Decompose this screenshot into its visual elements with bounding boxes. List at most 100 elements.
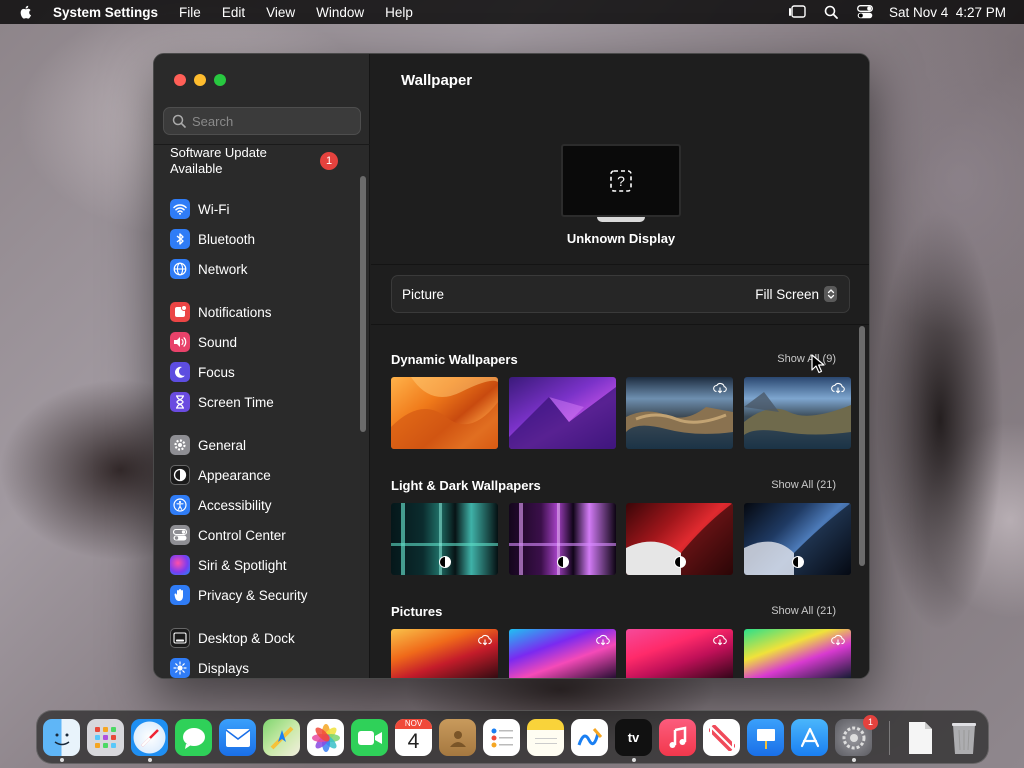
sidebar-item-appearance[interactable]: Appearance <box>170 464 271 486</box>
search-input[interactable] <box>192 113 352 129</box>
messages-icon[interactable] <box>175 719 212 756</box>
menu-clock[interactable]: Sat Nov 4 4:27 PM <box>889 5 1006 20</box>
download-icon <box>713 634 727 646</box>
sidebar-item-label: Focus <box>198 364 235 380</box>
menu-file[interactable]: File <box>179 5 201 20</box>
sidebar-item-control-center[interactable]: Control Center <box>170 524 286 546</box>
tv-icon[interactable]: tv <box>615 719 652 756</box>
mail-icon[interactable] <box>219 719 256 756</box>
bluetooth-icon <box>170 229 190 249</box>
wallpaper-thumbnail[interactable] <box>391 503 498 575</box>
stage-manager-icon[interactable] <box>787 4 807 20</box>
sidebar-item-notifications[interactable]: Notifications <box>170 301 272 323</box>
sidebar-item-accessibility[interactable]: Accessibility <box>170 494 272 516</box>
picture-label: Picture <box>402 286 445 302</box>
wallpaper-thumbnail[interactable] <box>509 629 616 678</box>
show-all-pictures-button[interactable]: Show All (21) <box>756 605 836 617</box>
download-icon <box>831 634 845 646</box>
wallpaper-thumbnail[interactable] <box>391 629 498 678</box>
unknown-display-icon: ? <box>610 169 632 192</box>
sidebar-item-desktop-dock[interactable]: Desktop & Dock <box>170 627 295 649</box>
settings-badge: 1 <box>863 715 878 730</box>
bell-icon <box>170 302 190 322</box>
calendar-month: NOV <box>395 719 432 729</box>
document-icon[interactable] <box>901 719 938 756</box>
menu-app-name[interactable]: System Settings <box>53 5 158 20</box>
menu-view[interactable]: View <box>266 5 295 20</box>
news-icon[interactable] <box>703 719 740 756</box>
photos-icon[interactable] <box>307 719 344 756</box>
siri-icon <box>170 555 190 575</box>
calendar-icon[interactable]: NOV 4 <box>395 719 432 756</box>
safari-icon[interactable] <box>131 719 168 756</box>
sidebar-item-label: Displays <box>198 660 250 676</box>
wallpaper-thumbnail[interactable] <box>744 503 851 575</box>
sidebar-item-label: Desktop & Dock <box>198 630 295 646</box>
spotlight-search-icon[interactable] <box>821 4 841 20</box>
music-icon[interactable] <box>659 719 696 756</box>
search-field[interactable] <box>163 107 361 135</box>
show-all-light-dark-button[interactable]: Show All (21) <box>756 479 836 491</box>
wallpaper-thumbnail[interactable] <box>391 377 498 449</box>
svg-text:?: ? <box>617 173 625 189</box>
wallpaper-thumbnail[interactable] <box>626 377 733 449</box>
dock-separator <box>889 721 890 755</box>
section-title-dynamic: Dynamic Wallpapers <box>391 352 518 367</box>
sidebar-item-network[interactable]: Network <box>170 258 248 280</box>
divider <box>371 264 869 265</box>
app-store-icon[interactable] <box>791 719 828 756</box>
display-preview: ? <box>561 144 681 217</box>
sidebar-item-general[interactable]: General <box>170 434 246 456</box>
sidebar-item-screen-time[interactable]: Screen Time <box>170 391 274 413</box>
wallpaper-thumbnail[interactable] <box>744 377 851 449</box>
software-update-item[interactable]: Software Update Available 1 <box>170 145 350 179</box>
sidebar-item-siri[interactable]: Siri & Spotlight <box>170 554 287 576</box>
minimize-button[interactable] <box>194 74 206 86</box>
sidebar-item-wifi[interactable]: Wi-Fi <box>170 198 229 220</box>
trash-icon[interactable] <box>945 719 982 756</box>
zoom-button[interactable] <box>214 74 226 86</box>
download-icon <box>831 382 845 394</box>
sidebar-item-label: Siri & Spotlight <box>198 557 287 573</box>
sidebar-item-label: General <box>198 437 247 453</box>
sidebar-item-bluetooth[interactable]: Bluetooth <box>170 228 255 250</box>
launchpad-icon[interactable] <box>87 719 124 756</box>
wallpaper-thumbnail[interactable] <box>744 629 851 678</box>
apple-menu-icon[interactable] <box>18 4 34 20</box>
sidebar-item-privacy[interactable]: Privacy & Security <box>170 584 308 606</box>
menu-bar: System Settings File Edit View Window He… <box>0 0 1024 24</box>
wallpaper-thumbnail[interactable] <box>626 503 733 575</box>
light-dark-icon <box>792 556 804 568</box>
sidebar-item-displays[interactable]: Displays <box>170 657 250 678</box>
notes-icon[interactable] <box>527 719 564 756</box>
sidebar-item-label: Wi-Fi <box>198 201 230 217</box>
picture-row: Picture Fill Screen <box>391 275 850 313</box>
wallpaper-thumbnail[interactable] <box>626 629 733 678</box>
moon-icon <box>170 362 190 382</box>
menu-help[interactable]: Help <box>385 5 413 20</box>
wallpaper-thumbnail[interactable] <box>509 377 616 449</box>
sun-icon <box>170 658 190 678</box>
gear-icon <box>170 435 190 455</box>
wallpaper-thumbnail[interactable] <box>509 503 616 575</box>
finder-icon[interactable] <box>43 719 80 756</box>
light-dark-icon <box>439 556 451 568</box>
sidebar-item-focus[interactable]: Focus <box>170 361 235 383</box>
control-center-menu-icon[interactable] <box>855 4 875 20</box>
mouse-pointer-icon <box>811 354 825 374</box>
content-scrollbar[interactable] <box>859 326 865 566</box>
freeform-icon[interactable] <box>571 719 608 756</box>
facetime-icon[interactable] <box>351 719 388 756</box>
search-icon <box>172 114 186 128</box>
keynote-icon[interactable] <box>747 719 784 756</box>
close-button[interactable] <box>174 74 186 86</box>
fill-mode-popup[interactable]: Fill Screen <box>755 286 837 302</box>
menu-window[interactable]: Window <box>316 5 364 20</box>
sidebar-scrollbar[interactable] <box>360 176 366 432</box>
tv-label: tv <box>627 730 640 745</box>
contacts-icon[interactable] <box>439 719 476 756</box>
reminders-icon[interactable] <box>483 719 520 756</box>
sidebar-item-sound[interactable]: Sound <box>170 331 237 353</box>
menu-edit[interactable]: Edit <box>222 5 245 20</box>
maps-icon[interactable] <box>263 719 300 756</box>
